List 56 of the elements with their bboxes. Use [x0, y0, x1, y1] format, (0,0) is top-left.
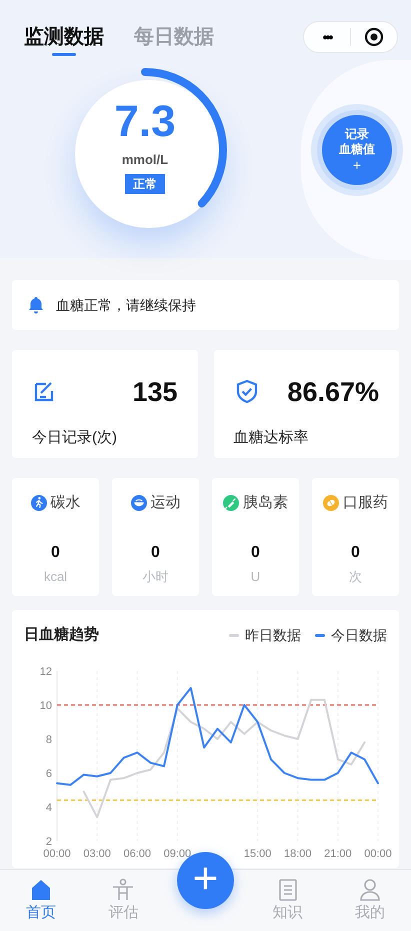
user-icon — [358, 878, 382, 902]
metric-name: 口服药 — [343, 493, 388, 513]
axis-tick-label: 00:00 — [43, 848, 71, 860]
nav-tab[interactable]: 知识 — [246, 870, 329, 931]
metric-value: 0 — [151, 542, 160, 562]
metric-name: 胰岛素 — [243, 493, 288, 513]
axis-tick-label: 21:00 — [324, 848, 352, 860]
stat-label: 血糖达标率 — [234, 428, 310, 448]
axis-tick-label: 6 — [46, 768, 52, 780]
bell-icon — [26, 295, 46, 315]
chart-title: 日血糖趋势 — [24, 625, 99, 645]
running-figure-icon — [30, 495, 46, 512]
axis-tick-label: 18:00 — [284, 848, 312, 860]
nav-tab[interactable]: 首页 — [0, 870, 82, 931]
metric-unit: kcal — [44, 568, 68, 586]
pill-icon — [323, 495, 339, 512]
record-glucose-button[interactable]: 记录 血糖值 + — [322, 115, 392, 185]
metric-name: 碳水 — [50, 493, 80, 513]
axis-tick-label: 8 — [46, 734, 52, 746]
status-badge: 正常 — [125, 174, 165, 194]
nav-tab[interactable]: 评估 — [82, 870, 164, 931]
nav-tab[interactable]: 我的 — [328, 870, 411, 931]
tab[interactable]: 每日数据 — [134, 18, 214, 56]
axis-tick-label: 10 — [40, 700, 52, 712]
stat-value: 86.67% — [287, 376, 379, 409]
axis-tick-label: 2 — [46, 836, 52, 848]
metric-unit: 小时 — [142, 568, 168, 586]
axis-tick-label: 03:00 — [83, 848, 111, 860]
button-label-line: 血糖值 — [339, 142, 375, 157]
metric-unit: U — [250, 568, 260, 586]
legend-label: 昨日数据 — [245, 626, 301, 645]
metric-value: 0 — [351, 542, 360, 562]
axis-tick-label: 4 — [46, 802, 52, 814]
button-label-line: 记录 — [345, 127, 369, 142]
legend-swatch — [229, 634, 239, 637]
metric-unit: 次 — [349, 568, 362, 586]
axis-tick-label: 12 — [40, 666, 52, 678]
target-icon — [364, 27, 384, 47]
axis-tick-label: 15:00 — [244, 848, 272, 860]
person-icon — [111, 878, 136, 902]
axis-tick-label: 06:00 — [123, 848, 152, 860]
stat-label: 今日记录(次) — [32, 428, 118, 448]
syringe-icon — [223, 495, 239, 512]
legend-swatch — [315, 634, 325, 637]
metric-value: 0 — [51, 542, 60, 562]
more-button[interactable]: ••• — [304, 26, 350, 48]
legend-label: 今日数据 — [331, 626, 387, 645]
metric-name: 运动 — [150, 493, 180, 513]
alert-message: 血糖正常，请继续保持 — [56, 296, 196, 314]
glucose-value: 7.3 — [114, 100, 176, 144]
bowl-icon — [130, 495, 146, 512]
tab[interactable]: 监测数据 — [24, 18, 104, 56]
stat-value: 135 — [132, 376, 178, 409]
axis-tick-label: 00:00 — [364, 848, 392, 860]
unit-label: mmol/L — [122, 151, 168, 170]
metric-value: 0 — [251, 542, 260, 562]
